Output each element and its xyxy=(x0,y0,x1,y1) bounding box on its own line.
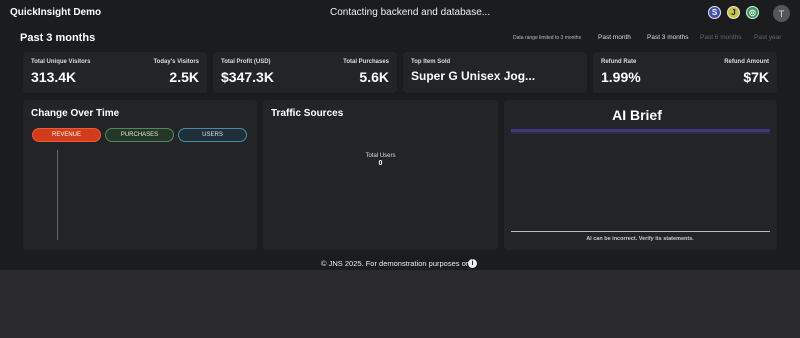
total-purchases-value: 5.6K xyxy=(359,69,389,85)
ai-brief-title: AI Brief xyxy=(612,107,662,123)
refund-rate-value: 1.99% xyxy=(601,69,641,85)
period-title: Past 3 months xyxy=(20,32,96,44)
range-past-month-button[interactable]: Past month xyxy=(598,34,631,41)
total-visitors-value: 313.4K xyxy=(31,69,77,85)
change-over-time-title: Change Over Time xyxy=(31,108,120,119)
range-note: Data range limited to 3 months xyxy=(513,35,582,41)
refund-rate-label: Refund Rate xyxy=(601,59,637,65)
ai-disclaimer: AI can be incorrect. Verify its statemen… xyxy=(586,236,694,242)
info-icon[interactable]: i xyxy=(468,259,477,268)
today-visitors-label: Today's Visitors xyxy=(153,59,199,65)
top-icons: S J ◎ xyxy=(708,6,759,19)
ai-brief-panel: AI Brief AI can be incorrect. Verify its… xyxy=(504,100,777,250)
top-item-value: Super G Unisex Jog... xyxy=(411,69,536,83)
j-icon[interactable]: J xyxy=(727,6,740,19)
purchases-toggle[interactable]: PURCHASES xyxy=(105,128,174,142)
traffic-sources-title: Traffic Sources xyxy=(271,108,344,119)
app-shell: QuickInsight Demo Contacting backend and… xyxy=(0,0,800,270)
total-visitors-label: Total Unique Visitors xyxy=(31,59,91,65)
users-toggle[interactable]: USERS xyxy=(178,128,247,142)
refund-amount-label: Refund Amount xyxy=(724,59,769,65)
top-bar: QuickInsight Demo Contacting backend and… xyxy=(0,0,800,28)
footer-text: © JNS 2025. For demonstration purposes o… xyxy=(321,259,477,268)
g-icon[interactable]: ◎ xyxy=(746,6,759,19)
ai-divider xyxy=(511,231,770,232)
total-users-label: Total Users xyxy=(365,153,396,159)
refund-card: Refund Rate 1.99% Refund Amount $7K xyxy=(593,52,777,93)
today-visitors-value: 2.5K xyxy=(169,69,199,85)
ai-loading-bar-shadow xyxy=(511,132,770,134)
total-users-value: 0 xyxy=(378,160,383,167)
chart-y-axis xyxy=(57,150,58,240)
visitors-card: Total Unique Visitors 313.4K Today's Vis… xyxy=(23,52,207,93)
range-past-6-months-button[interactable]: Past 6 months xyxy=(700,34,742,41)
app-title[interactable]: QuickInsight Demo xyxy=(10,7,101,18)
total-profit-label: Total Profit (USD) xyxy=(221,59,271,65)
total-profit-value: $347.3K xyxy=(221,69,274,85)
change-over-time-panel: Change Over Time REVENUE PURCHASES USERS xyxy=(23,100,257,250)
total-purchases-label: Total Purchases xyxy=(343,59,389,65)
refund-amount-value: $7K xyxy=(743,69,769,85)
revenue-toggle[interactable]: REVENUE xyxy=(32,128,101,142)
traffic-sources-panel: Traffic Sources Total Users 0 xyxy=(263,100,498,250)
range-past-3-months-button[interactable]: Past 3 months xyxy=(647,34,689,41)
profit-card: Total Profit (USD) $347.3K Total Purchas… xyxy=(213,52,397,93)
s-icon[interactable]: S xyxy=(708,6,721,19)
status-message: Contacting backend and database... xyxy=(330,7,491,18)
avatar[interactable]: T xyxy=(773,5,790,22)
top-item-label: Top Item Sold xyxy=(411,59,451,65)
range-past-year-button[interactable]: Past year xyxy=(754,34,781,41)
top-item-card: Top Item Sold Super G Unisex Jog... xyxy=(403,52,587,93)
